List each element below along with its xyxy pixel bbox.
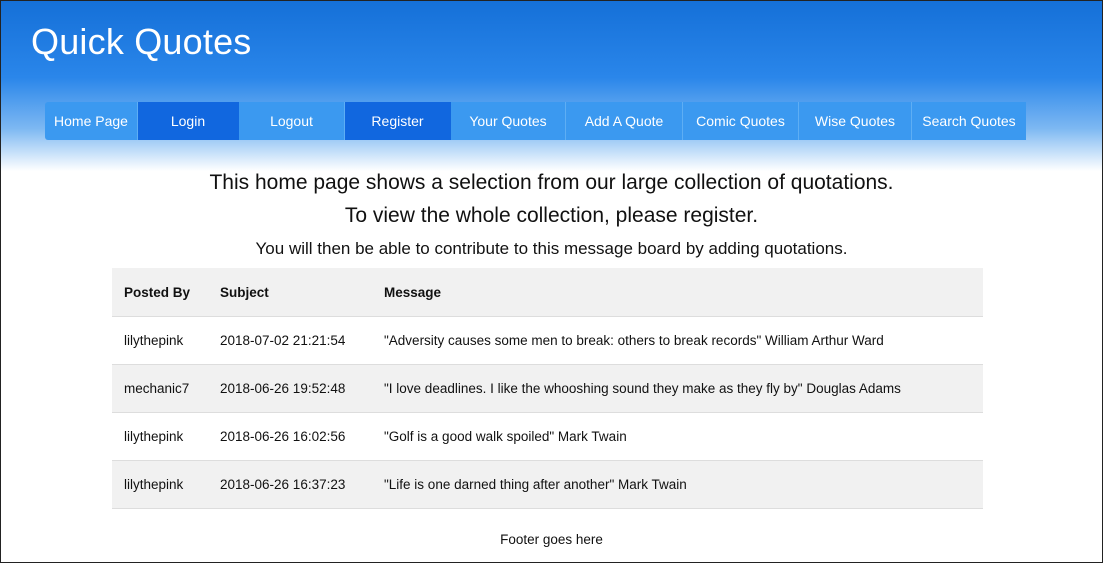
intro-line-1: This home page shows a selection from ou… bbox=[209, 171, 894, 194]
cell-posted-by: mechanic7 bbox=[112, 364, 208, 413]
nav-your-quotes[interactable]: Your Quotes bbox=[451, 102, 566, 140]
cell-message: "Golf is a good walk spoiled" Mark Twain bbox=[372, 412, 983, 461]
cell-message: "Adversity causes some men to break: oth… bbox=[372, 316, 983, 365]
cell-subject: 2018-07-02 21:21:54 bbox=[208, 316, 372, 365]
page-frame: Quick Quotes Home Page Login Logout Regi… bbox=[0, 0, 1103, 563]
cell-posted-by: lilythepink bbox=[112, 412, 208, 461]
table-row: mechanic7 2018-06-26 19:52:48 "I love de… bbox=[112, 364, 983, 413]
page-footer: Footer goes here bbox=[500, 532, 603, 547]
main-nav: Home Page Login Logout Register Your Quo… bbox=[45, 102, 1044, 140]
page-header: Quick Quotes Home Page Login Logout Regi… bbox=[1, 1, 1102, 171]
nav-login[interactable]: Login bbox=[138, 102, 239, 140]
intro-line-2: To view the whole collection, please reg… bbox=[344, 204, 759, 227]
nav-wise-quotes[interactable]: Wise Quotes bbox=[799, 102, 912, 140]
nav-comic-quotes[interactable]: Comic Quotes bbox=[683, 102, 799, 140]
table-row: lilythepink 2018-06-26 16:02:56 "Golf is… bbox=[112, 412, 983, 461]
table-header-row: Posted By Subject Message bbox=[112, 268, 983, 317]
nav-search-quotes[interactable]: Search Quotes bbox=[912, 102, 1026, 140]
nav-logout[interactable]: Logout bbox=[239, 102, 345, 140]
quotes-table: Posted By Subject Message lilythepink 20… bbox=[112, 268, 983, 509]
nav-register[interactable]: Register bbox=[345, 102, 451, 140]
column-header-message: Message bbox=[372, 268, 983, 317]
cell-subject: 2018-06-26 16:02:56 bbox=[208, 412, 372, 461]
cell-posted-by: lilythepink bbox=[112, 316, 208, 365]
intro-line-3: You will then be able to contribute to t… bbox=[255, 239, 848, 258]
column-header-posted-by: Posted By bbox=[112, 268, 208, 317]
cell-message: "I love deadlines. I like the whooshing … bbox=[372, 364, 983, 413]
cell-message: "Life is one darned thing after another"… bbox=[372, 460, 983, 509]
nav-add-a-quote[interactable]: Add A Quote bbox=[566, 102, 683, 140]
site-title: Quick Quotes bbox=[31, 21, 252, 62]
table-row: lilythepink 2018-06-26 16:37:23 "Life is… bbox=[112, 460, 983, 509]
cell-subject: 2018-06-26 16:37:23 bbox=[208, 460, 372, 509]
table-row: lilythepink 2018-07-02 21:21:54 "Adversi… bbox=[112, 316, 983, 365]
cell-posted-by: lilythepink bbox=[112, 460, 208, 509]
column-header-subject: Subject bbox=[208, 268, 372, 317]
nav-home-page[interactable]: Home Page bbox=[45, 102, 138, 140]
cell-subject: 2018-06-26 19:52:48 bbox=[208, 364, 372, 413]
